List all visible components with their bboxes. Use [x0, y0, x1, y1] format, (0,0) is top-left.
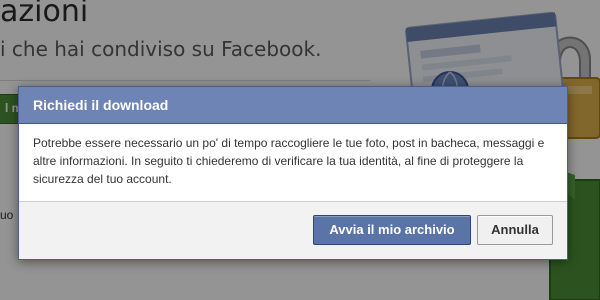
- start-archive-button[interactable]: Avvia il mio archivio: [313, 215, 471, 245]
- cancel-button[interactable]: Annulla: [477, 215, 553, 245]
- dialog-footer: Avvia il mio archivio Annulla: [19, 201, 567, 259]
- dialog-message: Potrebbe essere necessario un po' di tem…: [33, 136, 545, 186]
- dialog-title: Richiedi il download: [19, 87, 567, 124]
- request-download-dialog: Richiedi il download Potrebbe essere nec…: [18, 86, 568, 260]
